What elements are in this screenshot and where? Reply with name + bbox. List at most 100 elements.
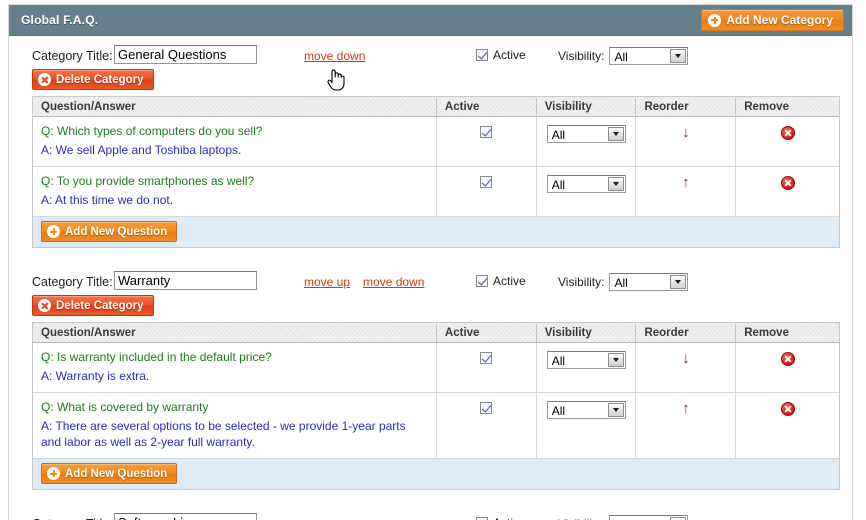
question-visibility-select-value: All xyxy=(551,128,566,142)
remove-circle-icon[interactable] xyxy=(780,352,795,366)
question-text: Q: Which types of computers do you sell? xyxy=(41,124,263,138)
table-row: Q: To you provide smartphones as well? A… xyxy=(33,167,839,217)
category-visibility-group: Visibility: All xyxy=(558,273,689,291)
answer-text: A: Warranty is extra. xyxy=(41,369,150,383)
category-title-input[interactable] xyxy=(114,271,257,290)
question-visibility-select[interactable]: All xyxy=(546,175,626,193)
category-block: Category Title: move up move down Active… xyxy=(9,262,852,504)
plus-circle-icon xyxy=(708,13,722,27)
chevron-down-icon[interactable] xyxy=(607,177,624,191)
question-visibility-select[interactable]: All xyxy=(546,125,626,143)
add-new-question-button[interactable]: Add New Question xyxy=(41,463,178,484)
header-active: Active xyxy=(435,97,536,116)
move-down-link[interactable]: move down xyxy=(363,275,424,289)
answer-text: A: We sell Apple and Toshiba laptops. xyxy=(41,143,242,157)
add-question-row: Add New Question xyxy=(32,217,840,248)
add-new-category-button[interactable]: Add New Category xyxy=(701,9,844,31)
plus-circle-icon xyxy=(47,225,60,238)
remove-circle-icon[interactable] xyxy=(780,176,795,190)
category-visibility-select[interactable]: All xyxy=(609,515,689,520)
move-up-link[interactable]: move up xyxy=(304,275,350,289)
arrow-down-icon[interactable]: ↓ xyxy=(682,351,690,388)
add-new-question-button[interactable]: Add New Question xyxy=(41,221,178,242)
category-visibility-label: Visibility: xyxy=(558,275,605,289)
category-active-checkbox[interactable] xyxy=(476,275,488,287)
question-remove-cell xyxy=(735,393,839,458)
category-visibility-select-value: All xyxy=(614,50,628,64)
header-reorder: Reorder xyxy=(635,323,735,342)
header-remove: Remove xyxy=(735,97,839,116)
move-links: move up move down xyxy=(304,275,424,289)
header-visibility: Visibility xyxy=(535,97,636,116)
category-visibility-select[interactable]: All xyxy=(609,47,689,65)
category-title-label: Category Title: xyxy=(32,49,113,63)
move-down-link[interactable]: move down xyxy=(304,49,365,63)
question-reorder-cell: ↑ xyxy=(635,393,735,458)
question-answer-cell: Q: Is warranty included in the default p… xyxy=(33,343,436,392)
chevron-down-icon[interactable] xyxy=(607,127,624,141)
question-active-cell xyxy=(435,343,536,392)
category-title-label: Category Title: xyxy=(32,275,113,289)
add-question-row: Add New Question xyxy=(32,459,840,490)
arrow-up-icon[interactable]: ↑ xyxy=(682,175,690,212)
question-visibility-cell: All xyxy=(535,393,636,458)
question-visibility-select[interactable]: All xyxy=(546,401,626,419)
table-row: Q: Is warranty included in the default p… xyxy=(33,343,839,393)
question-visibility-cell: All xyxy=(535,117,636,166)
category-header: Category Title: move down Active Visibil… xyxy=(9,36,852,96)
delete-category-row: Delete Category xyxy=(32,295,154,316)
question-active-checkbox[interactable] xyxy=(480,402,493,414)
question-active-checkbox[interactable] xyxy=(480,352,493,364)
category-active-toggle[interactable]: Active xyxy=(476,516,526,520)
question-active-checkbox[interactable] xyxy=(480,176,493,188)
delete-category-button[interactable]: Delete Category xyxy=(32,295,154,316)
question-visibility-select-value: All xyxy=(551,178,566,192)
header-active: Active xyxy=(435,323,536,342)
question-remove-cell xyxy=(735,343,839,392)
question-reorder-cell: ↓ xyxy=(635,343,735,392)
answer-text: A: There are several options to be selec… xyxy=(41,419,406,449)
chevron-down-icon[interactable] xyxy=(670,275,687,289)
category-active-label: Active xyxy=(493,274,526,288)
question-active-cell xyxy=(435,117,536,166)
question-active-checkbox[interactable] xyxy=(480,126,493,138)
chevron-down-icon[interactable] xyxy=(670,49,687,63)
arrow-down-icon[interactable]: ↓ xyxy=(682,125,690,162)
page-root: Global F.A.Q. Add New Category Category … xyxy=(0,0,866,520)
category-active-toggle[interactable]: Active xyxy=(476,274,526,288)
header-question-answer: Question/Answer xyxy=(41,326,136,339)
category-header: Category Title: move up move down Active… xyxy=(9,262,852,322)
category-active-label: Active xyxy=(493,516,526,520)
category-list: Category Title: move down Active Visibil… xyxy=(9,36,852,520)
question-answer-cell: Q: Which types of computers do you sell?… xyxy=(33,117,436,166)
chevron-down-icon[interactable] xyxy=(607,353,624,367)
category-header: Category Title: move up Active Visibilit… xyxy=(9,504,852,520)
delete-category-row: Delete Category xyxy=(32,69,154,90)
remove-circle-icon[interactable] xyxy=(780,402,795,416)
category-active-label: Active xyxy=(493,48,526,62)
delete-category-label: Delete Category xyxy=(56,299,144,312)
question-visibility-select[interactable]: All xyxy=(546,351,626,369)
category-title-input[interactable] xyxy=(114,513,257,520)
remove-circle-icon[interactable] xyxy=(780,126,795,140)
question-reorder-cell: ↓ xyxy=(635,117,735,166)
table-row: Q: What is covered by warranty A: There … xyxy=(33,393,839,459)
chevron-down-icon[interactable] xyxy=(607,403,624,417)
header-reorder: Reorder xyxy=(635,97,735,116)
question-active-cell xyxy=(435,167,536,216)
arrow-up-icon[interactable]: ↑ xyxy=(682,401,690,454)
faq-admin-panel: Global F.A.Q. Add New Category Category … xyxy=(8,4,853,520)
category-visibility-group: Visibility: All xyxy=(558,515,689,520)
category-active-toggle[interactable]: Active xyxy=(476,48,526,62)
panel-titlebar: Global F.A.Q. Add New Category xyxy=(9,5,852,36)
question-answer-cell: Q: To you provide smartphones as well? A… xyxy=(33,167,436,216)
question-text: Q: Is warranty included in the default p… xyxy=(41,350,272,364)
table-header-row: Question/Answer Active Visibility Reorde… xyxy=(33,97,839,117)
category-active-checkbox[interactable] xyxy=(476,49,488,61)
answer-text: A: At this time we do not. xyxy=(41,193,174,207)
category-title-input[interactable] xyxy=(114,45,257,64)
category-visibility-select[interactable]: All xyxy=(609,273,689,291)
header-remove: Remove xyxy=(735,323,839,342)
delete-category-button[interactable]: Delete Category xyxy=(32,69,154,90)
questions-table: Question/Answer Active Visibility Reorde… xyxy=(32,322,840,459)
